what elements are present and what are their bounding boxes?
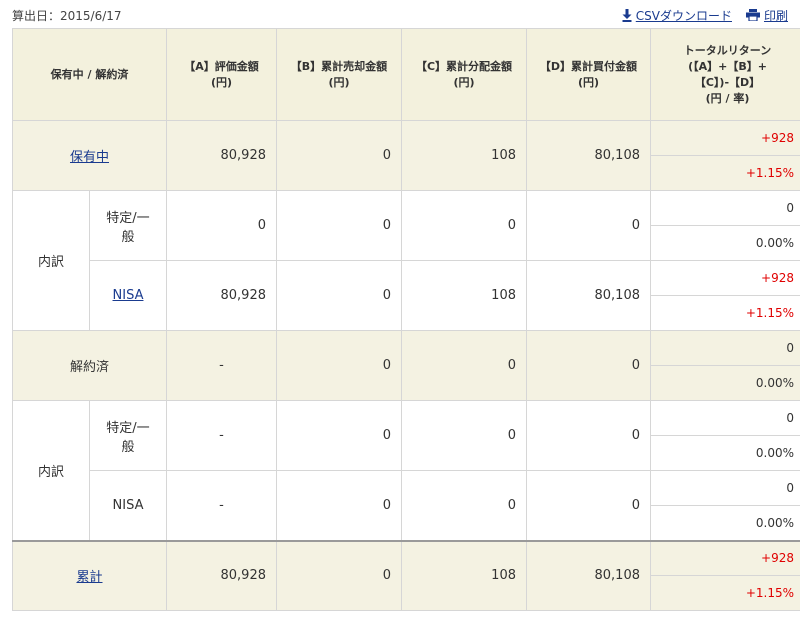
holding-tokutei-a: 0 (166, 190, 277, 261)
holding-nisa-return-amount: +928 (650, 260, 800, 296)
holding-nisa-link[interactable]: NISA (113, 288, 144, 303)
download-icon (622, 8, 632, 22)
return-summary-table: 保有中 / 解約済 【A】評価金額 (円) 【B】累計売却金額 (円) 【C】累… (12, 28, 800, 611)
cancelled-nisa-b: 0 (276, 470, 402, 541)
cancelled-tokutei-a: - (166, 400, 277, 471)
total-return-rate: +1.15% (650, 575, 800, 611)
cancelled-tokutei-d: 0 (526, 400, 651, 471)
cancelled-nisa-a: - (166, 470, 277, 541)
cancelled-row: 解約済 - 0 0 0 0 (12, 330, 800, 401)
cancelled-nisa-row: NISA - 0 0 0 0 (13, 470, 800, 541)
cancelled-return-amount: 0 (650, 330, 800, 366)
cancelled-tokutei-return-amount: 0 (650, 400, 800, 436)
holding-row: 保有中 80,928 0 108 80,108 +928 (12, 120, 800, 191)
csv-download-label: CSVダウンロード (635, 8, 732, 23)
holding-nisa-return-rate: +1.15% (650, 295, 800, 331)
cancelled-nisa-return-amount: 0 (650, 470, 800, 506)
printer-icon (745, 9, 760, 21)
cancelled-nisa-return-rate: 0.00% (650, 505, 800, 541)
holding-tokutei-d: 0 (526, 190, 651, 261)
header-row: 保有中 / 解約済 【A】評価金額 (円) 【B】累計売却金額 (円) 【C】累… (12, 28, 800, 121)
holding-d: 80,108 (526, 120, 651, 191)
cancelled-tokutei-c: 0 (401, 400, 527, 471)
header-c: 【C】累計分配金額 (円) (401, 28, 527, 121)
cancelled-nisa-c: 0 (401, 470, 527, 541)
cancelled-tokutei-return-rate: 0.00% (650, 435, 800, 471)
header-d: 【D】累計買付金額 (円) (526, 28, 651, 121)
holding-tokutei-return-amount: 0 (650, 190, 800, 226)
print-link[interactable]: 印刷 (745, 7, 788, 24)
holding-b: 0 (276, 120, 402, 191)
header-b: 【B】累計売却金額 (円) (276, 28, 402, 121)
holding-nisa-c: 108 (401, 260, 527, 331)
holding-nisa-a: 80,928 (166, 260, 277, 331)
holding-c: 108 (401, 120, 527, 191)
holding-tokutei-return-rate: 0.00% (650, 225, 800, 261)
cancelled-label: 解約済 (12, 330, 167, 401)
cancelled-nisa-d: 0 (526, 470, 651, 541)
holding-a: 80,928 (166, 120, 277, 191)
holding-return-amount: +928 (650, 120, 800, 156)
cancelled-breakdown-label: 内訳 (12, 400, 90, 541)
cancelled-tokutei-label: 特定/一般 (89, 400, 167, 471)
cancelled-c: 0 (401, 330, 527, 401)
cancelled-tokutei-b: 0 (276, 400, 402, 471)
total-return-amount: +928 (650, 539, 800, 576)
cancelled-breakdown-row: 内訳 特定/一般 - 0 0 0 0 (12, 400, 800, 541)
header-total-return: トータルリターン (【A】+【B】+ 【C】)-【D】 (円 / 率) (650, 28, 800, 121)
total-c: 108 (401, 539, 527, 611)
cancelled-nisa-label: NISA (89, 470, 167, 541)
total-row: 累計 80,928 0 108 80,108 +928 (12, 539, 800, 611)
holding-tokutei-label: 特定/一般 (89, 190, 167, 261)
holding-nisa-d: 80,108 (526, 260, 651, 331)
holding-breakdown-label: 内訳 (12, 190, 90, 331)
holding-breakdown-row: 内訳 特定/一般 0 0 0 0 0 (12, 190, 800, 331)
csv-download-link[interactable]: CSVダウンロード (622, 7, 732, 24)
print-label: 印刷 (763, 8, 788, 23)
total-a: 80,928 (166, 539, 277, 611)
cancelled-a: - (166, 330, 277, 401)
total-d: 80,108 (526, 539, 651, 611)
total-b: 0 (276, 539, 402, 611)
total-link[interactable]: 累計 (76, 570, 102, 585)
header-status: 保有中 / 解約済 (12, 28, 167, 121)
holding-nisa-b: 0 (276, 260, 402, 331)
calc-date: 算出日：2015/6/17 (12, 8, 122, 23)
action-links: CSVダウンロード 印刷 (622, 7, 788, 24)
top-bar: 算出日：2015/6/17 CSVダウンロード 印刷 (12, 6, 788, 24)
holding-return-rate: +1.15% (650, 155, 800, 191)
cancelled-d: 0 (526, 330, 651, 401)
holding-tokutei-c: 0 (401, 190, 527, 261)
holding-link[interactable]: 保有中 (70, 150, 109, 165)
holding-nisa-row: NISA 80,928 0 108 80,108 +928 (13, 260, 800, 331)
holding-tokutei-b: 0 (276, 190, 402, 261)
header-a: 【A】評価金額 (円) (166, 28, 277, 121)
cancelled-b: 0 (276, 330, 402, 401)
cancelled-return-rate: 0.00% (650, 365, 800, 401)
